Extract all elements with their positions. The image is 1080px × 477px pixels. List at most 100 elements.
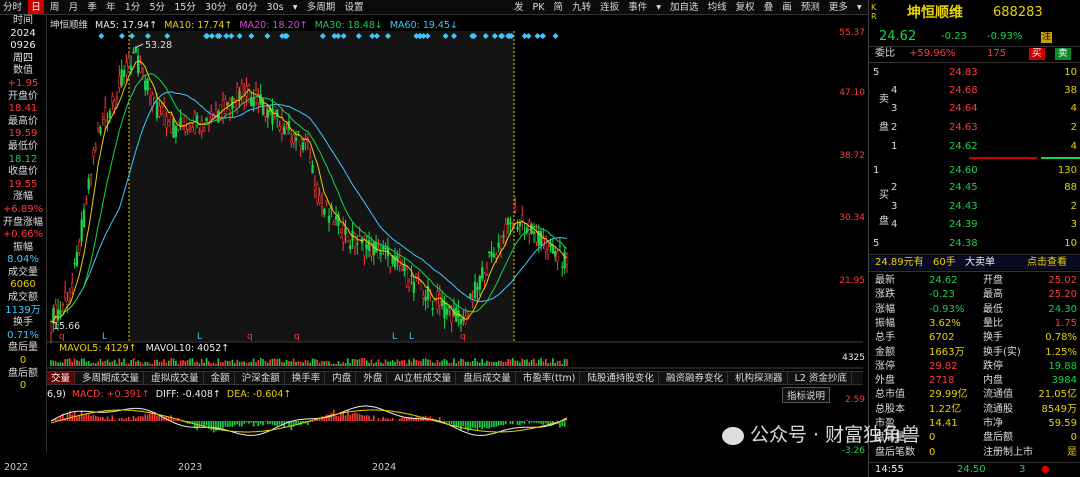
candle-body [410, 275, 413, 277]
event-diamond-icon[interactable] [118, 33, 125, 39]
volume-bar [486, 360, 488, 366]
candle-body [389, 266, 392, 268]
candle-body [170, 114, 173, 133]
tab-ai-volume[interactable]: AI立桩成交量 [390, 372, 457, 384]
volume-bar [514, 360, 516, 366]
multi-period-button[interactable]: 多周期 [304, 0, 339, 14]
volume-bar [365, 360, 368, 366]
quote-row: 外盘 2718 内盘 3984 [869, 374, 1080, 388]
ask-row[interactable]: 4 24.68 38 [869, 84, 1080, 98]
tab-amount[interactable]: 金额 [207, 372, 235, 384]
period-year[interactable]: 年 [103, 0, 119, 14]
candle-body [193, 113, 196, 133]
tab-virtual-volume[interactable]: 虚拟成交量 [147, 372, 204, 384]
tab-l2-bottom[interactable]: L2 资金抄底 [791, 372, 852, 384]
kline-chart[interactable]: 53.28 15.66 q L Lq q L Lq [47, 28, 863, 448]
bid-price: 24.60 [949, 165, 978, 176]
tab-turnover[interactable]: 换手率 [288, 372, 326, 384]
volume-bar [351, 358, 354, 366]
signal-marker[interactable]: L [409, 332, 414, 342]
big-order-link[interactable]: 点击查看 [1027, 256, 1067, 270]
event-diamond-icon[interactable] [539, 33, 546, 39]
quote-row: 总市值 29.99亿 流通值 21.05亿 [869, 388, 1080, 402]
signal-marker[interactable]: L [392, 332, 397, 342]
period-day[interactable]: 日 [28, 0, 44, 14]
bid-row[interactable]: 3 24.43 2 [869, 200, 1080, 214]
candle-body [539, 230, 543, 246]
period-15min[interactable]: 15分 [171, 0, 199, 14]
bid-row[interactable]: 2 24.45 88 [869, 181, 1080, 195]
tab-after-hours-volume[interactable]: 盘后成交量 [459, 372, 516, 384]
big-order-row[interactable]: 24.89元有 60手 大卖单 点击查看 [869, 256, 1080, 270]
ma-button[interactable]: 均线 [705, 0, 730, 14]
tab-multi-period-volume[interactable]: 多周期成交量 [78, 372, 145, 384]
info-value: +1.95 [7, 77, 39, 89]
period-quarter[interactable]: 季 [84, 0, 100, 14]
bid-row[interactable]: 4 24.39 3 [869, 218, 1080, 232]
volume-bar [163, 359, 165, 366]
volume-bar [495, 362, 498, 366]
tab-institution[interactable]: 机构探测器 [731, 372, 788, 384]
settings-button[interactable]: 设置 [341, 0, 366, 14]
simple-button[interactable]: 简 [551, 0, 567, 14]
adjust-button[interactable]: 复权 [733, 0, 758, 14]
macd-bar [523, 421, 526, 424]
period-month[interactable]: 月 [66, 0, 82, 14]
period-intraday[interactable]: 分时 [0, 0, 25, 14]
period-30min[interactable]: 30分 [202, 0, 230, 14]
add-watchlist-button[interactable]: 加自选 [667, 0, 702, 14]
ask-row[interactable]: 2 24.63 2 [869, 121, 1080, 135]
tab-margin[interactable]: 融资融券变化 [662, 372, 728, 384]
period-week[interactable]: 周 [47, 0, 63, 14]
bid-row[interactable]: 1 24.60 130 [869, 164, 1080, 178]
indicator-help-button[interactable]: 指标说明 [782, 387, 831, 403]
signal-marker[interactable]: q [460, 332, 466, 342]
ask-row[interactable]: 3 24.64 4 [869, 102, 1080, 116]
volume-bar [231, 359, 234, 366]
publish-button[interactable]: 发 [511, 0, 527, 14]
limit-up-button[interactable]: 连扳 [597, 0, 622, 14]
forecast-button[interactable]: 预测 [798, 0, 823, 14]
sell-button[interactable]: 卖 [1055, 48, 1071, 60]
macd-bar [125, 418, 128, 421]
chevron-down-icon[interactable]: ▾ [290, 0, 301, 14]
events-button[interactable]: 事件 [625, 0, 650, 14]
signal-marker[interactable]: q [59, 332, 65, 342]
event-diamond-icon[interactable] [525, 33, 532, 39]
tab-pe-ttm[interactable]: 市盈率(ttm) [519, 372, 581, 384]
period-5min[interactable]: 5分 [146, 0, 168, 14]
macd-bar [132, 415, 135, 421]
chevron-down-icon[interactable]: ▾ [854, 0, 865, 14]
draw-button[interactable]: 画 [779, 0, 795, 14]
period-30s[interactable]: 30s [264, 0, 287, 14]
ask-row[interactable]: 1 24.62 4 [869, 140, 1080, 154]
volume-bar [493, 361, 495, 366]
period-1min[interactable]: 1分 [122, 0, 144, 14]
volume-bar [354, 359, 356, 366]
candle-body [407, 281, 411, 288]
chevron-down-icon[interactable]: ▾ [653, 0, 664, 14]
info-value: +6.89% [2, 203, 44, 215]
tab-volume[interactable]: 交量 [47, 372, 76, 384]
tab-outer[interactable]: 外盘 [359, 372, 388, 384]
ask-row[interactable]: 5 24.83 10 [869, 66, 1080, 80]
overlay-button[interactable]: 叠 [761, 0, 777, 14]
nine-turn-button[interactable]: 九转 [569, 0, 594, 14]
bid-row[interactable]: 5 24.38 10 [869, 237, 1080, 251]
signal-marker[interactable]: q [247, 332, 253, 342]
pk-button[interactable]: PK [530, 0, 548, 14]
candle-body [181, 116, 185, 127]
volume-bar [434, 363, 436, 366]
tab-hs-amount[interactable]: 沪深金额 [238, 372, 285, 384]
buy-button[interactable]: 买 [1029, 48, 1045, 60]
tab-northbound[interactable]: 陆股通持股变化 [583, 372, 659, 384]
more-button[interactable]: 更多 [826, 0, 851, 14]
event-diamond-icon[interactable] [552, 33, 559, 39]
event-diamond-icon[interactable] [98, 33, 105, 39]
signal-marker[interactable]: L [197, 332, 202, 342]
signal-marker[interactable]: q [294, 332, 300, 342]
tab-inner[interactable]: 内盘 [328, 372, 357, 384]
period-60min[interactable]: 60分 [233, 0, 261, 14]
signal-marker[interactable]: L [102, 332, 107, 342]
macd-bar [521, 421, 524, 424]
